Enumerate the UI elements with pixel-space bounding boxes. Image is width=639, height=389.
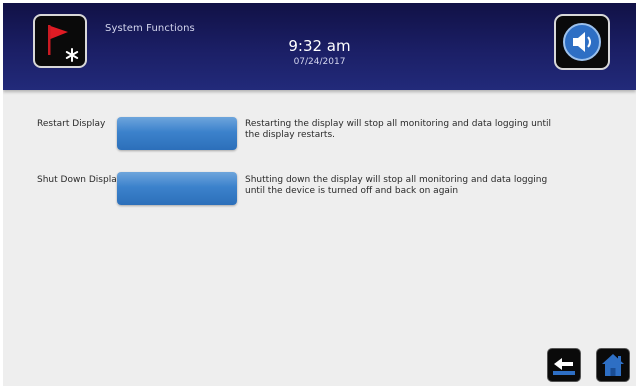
header-bar: System Functions 9:32 am 07/24/2017 [3,3,636,90]
shut-down-display-description: Shutting down the display will stop all … [245,175,548,196]
page-title: System Functions [105,23,195,34]
back-button[interactable] [547,348,581,382]
clock-date: 07/24/2017 [293,57,346,67]
speaker-icon [563,23,601,61]
home-icon [602,354,624,376]
restart-display-label: Restart Display [37,119,106,129]
back-arrow-icon [553,358,575,375]
restart-display-description: Restarting the display will stop all mon… [245,119,552,140]
screen: System Functions 9:32 am 07/24/2017 Rest… [3,3,636,386]
restart-display-button[interactable] [117,117,237,150]
clock-time: 9:32 am [288,37,351,55]
home-button[interactable] [596,348,630,382]
shut-down-display-button[interactable] [117,172,237,205]
sound-button[interactable] [554,14,610,70]
shut-down-display-label: Shut Down Display [37,175,123,185]
